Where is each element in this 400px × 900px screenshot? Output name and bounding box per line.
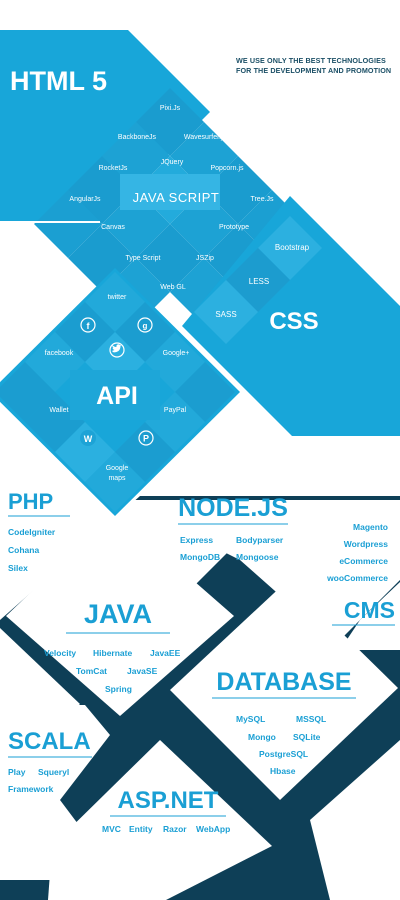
js-item-prototype: Prototype (219, 224, 249, 231)
tagline-line-1: WE USE ONLY THE BEST TECHNOLOGIES (236, 56, 386, 65)
api-item-googlemaps-2: maps (108, 475, 126, 482)
db-item-4: PostgreSQL (259, 749, 308, 759)
database-title: DATABASE (216, 668, 351, 696)
java-item-3: TomCat (76, 666, 107, 676)
db-item-2: Mongo (248, 732, 276, 742)
tech-stack-graphic: f g W P HTML 5 Pixi.JsBackboneJs Wavesurf… (0, 30, 400, 900)
scala-item-0: Play (8, 767, 26, 777)
db-item-3: SQLite (293, 732, 321, 742)
php-item-1: Cohana (8, 545, 39, 555)
javascript-label: JAVA SCRIPT (133, 190, 220, 205)
css-item-less: LESS (249, 277, 269, 286)
api-item-wallet: Wallet (49, 407, 68, 414)
java-item-5: Spring (105, 684, 132, 694)
infographic-canvas: f g W P HTML 5 Pixi.Js BackboneJs Wavesurf… (0, 0, 400, 900)
asp-item-3: WebApp (196, 824, 230, 834)
php-item-2: Silex (8, 563, 28, 573)
cms-title: CMS (344, 597, 395, 623)
db-item-5: Hbase (270, 766, 296, 776)
js-item-popcorn-js: Popcorn.js (210, 165, 244, 172)
java-title: JAVA (84, 599, 152, 629)
java-item-4: JavaSE (127, 666, 158, 676)
api-item-googleplus: Google+ (163, 350, 190, 357)
js-item-type-script: Type Script (125, 255, 160, 262)
node-item-2: MongoDB (180, 552, 220, 562)
js-item-canvas: Canvas (101, 224, 125, 231)
node-item-1: Bodyparser (236, 535, 284, 545)
nodejs-title: NODE.JS (178, 494, 288, 522)
java-item-2: JavaEE (150, 648, 181, 658)
tagline: WE USE ONLY THE BEST TECHNOLOGIES FOR TH… (236, 56, 400, 76)
scala-item-1: Squeryl (38, 767, 69, 777)
cms-item-2: eCommerce (339, 556, 388, 566)
php-title: PHP (8, 489, 53, 514)
js-item-backbonejs: BackboneJs (118, 134, 157, 141)
cms-item-3: wooCommerce (326, 573, 388, 583)
svg-text:W: W (84, 434, 93, 444)
java-item-1: Hibernate (93, 648, 132, 658)
node-item-0: Express (180, 535, 213, 545)
js-item-web-gl: Web GL (160, 284, 186, 291)
node-item-3: Mongoose (236, 552, 279, 562)
asp-item-1: Entity (129, 824, 153, 834)
js-item-wavesurfer-js: Wavesurfer.js (184, 134, 227, 141)
js-item-angularjs: AngularJs (69, 196, 101, 203)
scala-title: SCALA (8, 728, 91, 755)
js-item-tree-js: Tree.Js (250, 196, 274, 203)
html5-title: HTML 5 (10, 66, 107, 96)
asp-item-0: MVC (102, 824, 121, 834)
svg-text:P: P (143, 434, 149, 444)
api-item-twitter: twitter (108, 294, 127, 301)
api-item-paypal: PayPal (164, 407, 187, 414)
api-title: API (96, 382, 138, 410)
asp-item-2: Razor (163, 824, 187, 834)
js-item-jquery: JQuery (161, 159, 184, 166)
js-item-pixi-js: Pixi.Js (160, 105, 181, 112)
js-item-jszip: JSZip (196, 255, 214, 262)
tagline-line-2: FOR THE DEVELOPMENT AND PROMOTION (236, 66, 392, 75)
api-item-facebook: facebook (45, 350, 74, 357)
svg-text:g: g (143, 322, 148, 331)
cms-item-0: Magento (353, 522, 388, 532)
java-item-0: Velocity (44, 648, 76, 658)
scala-item-2: Framework (8, 784, 54, 794)
aspnet-title: ASP.NET (118, 787, 219, 814)
cms-item-1: Wordpress (344, 539, 389, 549)
css-item-bootstrap: Bootstrap (275, 243, 310, 252)
wallet-w-icon: W (80, 430, 96, 446)
api-item-googlemaps-1: Google (106, 465, 129, 472)
css-title: CSS (269, 308, 318, 335)
db-item-0: MySQL (236, 714, 265, 724)
top-section (0, 30, 400, 516)
php-item-0: CodeIgniter (8, 527, 56, 537)
db-item-1: MSSQL (296, 714, 326, 724)
css-item-sass: SASS (215, 310, 236, 319)
js-item-rocketjs: RocketJs (99, 165, 128, 172)
